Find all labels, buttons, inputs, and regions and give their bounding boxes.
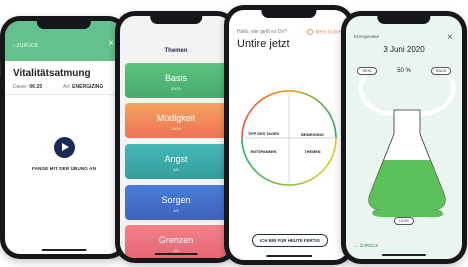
exercise-title: Vitalitätsatmung [13,68,91,79]
duration-value: 06:25 [29,84,43,90]
home-indicator [381,254,427,256]
my-untire-link[interactable]: Mein Untire [307,29,341,35]
quadrant-relax[interactable]: ENTSPANNEN [241,150,286,154]
page-title: Untire jetzt [237,38,290,50]
phone-topics-screen: Themen Basis 20/20 Müdigkeit 10/10 Angst… [115,11,237,263]
phone-notch [377,16,431,24]
home-screen: Hallo, wie geht es Dir? Mein Untire Unti… [229,10,349,260]
quadrant-topics[interactable]: THEMEN [290,150,335,154]
user-icon [307,29,314,35]
topic-card-sorgen[interactable]: Sorgen 4/4 [125,185,227,220]
energy-vase-screen: Energievase × 3 Juni 2020 REIN 50 % RAUS… [346,16,462,259]
volume-button [0,62,1,76]
phone-notch [36,21,92,29]
back-button[interactable]: ‹ ZURÜCK [13,43,39,49]
exercise-screen: ‹ ZURÜCK × Vitalitätsatmung Dauer: 06:25… [5,21,123,254]
date-label: 3 Juni 2020 [383,45,425,54]
type-value: ENERGIZING [72,84,104,90]
topic-name: Müdigkeit [156,113,196,123]
topic-count: 5/5 [173,167,179,172]
energy-vase-label: Energievase [354,34,380,39]
inflow-tube [358,76,396,116]
exercise-meta: Dauer: 06:25 Art: ENERGIZING [13,84,117,90]
home-indicator [154,253,198,255]
topic-card-muedigkeit[interactable]: Müdigkeit 10/10 [125,103,227,138]
quadrant-tip-of-day[interactable]: TIPP DES TAGES [241,132,286,136]
topic-name: Basis [164,73,187,83]
energy-vase-illustration [358,76,456,218]
topics-heading: Themen [164,48,188,54]
topic-count: 4/4 [173,208,179,213]
play-label[interactable]: FANGE MIT DER ÜBUNG AN [5,166,123,171]
type-info: Art: ENERGIZING [63,84,103,90]
close-icon[interactable]: × [447,32,453,43]
my-untire-label: Mein Untire [315,29,341,36]
outflow-tube [418,76,456,116]
phone-notch [261,10,317,18]
phone-notch [150,16,202,24]
quadrant-movement[interactable]: BEWEGUNG [290,133,335,137]
topic-count: 10/10 [170,126,181,131]
phone-exercise-screen: ‹ ZURÜCK × Vitalitätsatmung Dauer: 06:25… [0,16,128,259]
leck-button[interactable]: LECK [394,217,414,225]
topic-card-angst[interactable]: Angst 5/5 [125,144,227,179]
topic-card-basis[interactable]: Basis 20/20 [125,63,227,98]
play-button[interactable] [54,137,75,158]
back-button[interactable]: ← ZURÜCK [354,243,379,248]
home-indicator [266,255,312,257]
close-icon[interactable]: × [108,38,114,49]
activity-wheel [241,90,337,186]
topic-name: Sorgen [161,195,191,205]
topic-name: Grenzen [158,235,194,245]
phone-energy-vase-screen: Energievase × 3 Juni 2020 REIN 50 % RAUS… [341,11,467,264]
home-indicator [41,249,87,251]
greeting-text: Hallo, wie geht es Dir? [237,29,288,35]
topic-name: Angst [164,154,188,164]
done-for-today-button[interactable]: ICH BIN FÜR HEUTE FERTIG [252,234,328,247]
phone-home-screen: Hallo, wie geht es Dir? Mein Untire Unti… [224,5,354,265]
topics-screen: Themen Basis 20/20 Müdigkeit 10/10 Angst… [120,16,232,258]
duration-label: Dauer: [13,84,29,90]
divider [5,94,123,95]
type-label: Art: [63,84,71,90]
topic-count: 20/20 [170,86,181,91]
raus-button[interactable]: RAUS [431,67,451,75]
